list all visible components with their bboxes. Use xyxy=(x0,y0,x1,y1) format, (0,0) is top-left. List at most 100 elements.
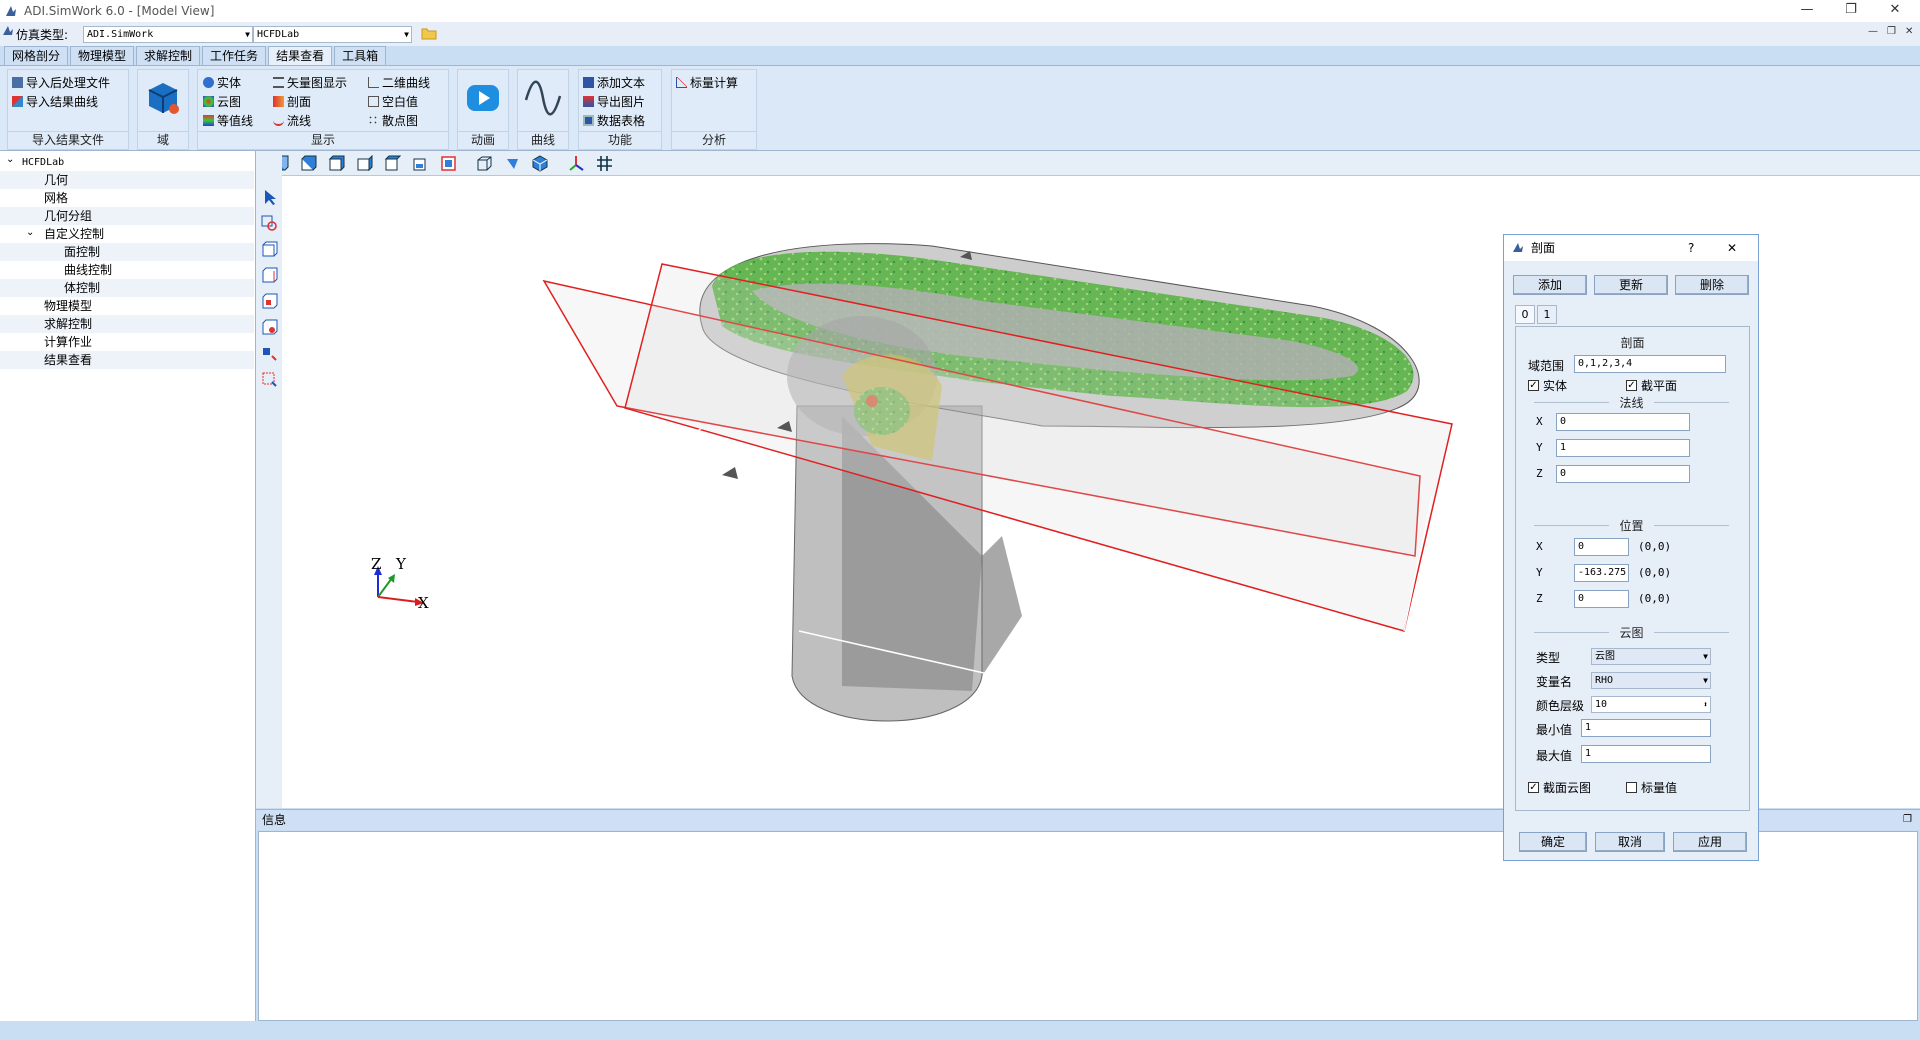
data-table-button[interactable]: 数据表格 xyxy=(583,111,645,129)
tree-item-geometry-group[interactable]: 几何分组 xyxy=(44,207,92,225)
chevron-down-icon[interactable]: ⌄ xyxy=(6,154,14,165)
streamline-button[interactable]: 流线 xyxy=(273,111,311,129)
mdi-restore-button[interactable]: ❐ xyxy=(1887,26,1896,37)
restore-panel-icon[interactable]: ❐ xyxy=(1903,810,1912,830)
tree-item-curve-control[interactable]: 曲线控制 xyxy=(64,261,112,279)
export-image-button[interactable]: 导出图片 xyxy=(583,92,645,110)
tree-item-custom-control[interactable]: 自定义控制 xyxy=(44,225,104,243)
project-select[interactable]: HCFDLab ▼ xyxy=(253,26,412,43)
folder-icon[interactable] xyxy=(421,26,437,40)
box-select-icon[interactable] xyxy=(261,345,278,362)
grid-icon[interactable] xyxy=(596,155,613,172)
solid-button[interactable]: 实体 xyxy=(203,73,241,91)
tree-item-face-control[interactable]: 面控制 xyxy=(64,243,100,261)
tree-item-volume-control[interactable]: 体控制 xyxy=(64,279,100,297)
dialog-close-button[interactable]: ✕ xyxy=(1727,235,1737,261)
cancel-button[interactable]: 取消 xyxy=(1595,832,1665,852)
apply-button[interactable]: 应用 xyxy=(1673,832,1747,852)
2d-curve-button[interactable]: 二维曲线 xyxy=(368,73,430,91)
divider xyxy=(1534,402,1609,403)
color-levels-label: 颜色层级 xyxy=(1536,699,1585,713)
group-label: 曲线 xyxy=(518,131,568,148)
domain-range-input[interactable]: 0,1,2,3,4 xyxy=(1574,355,1726,373)
spinner-arrows-icon[interactable]: ⬍ xyxy=(1703,697,1708,712)
scatter-button[interactable]: 散点图 xyxy=(368,111,418,129)
normal-y-input[interactable]: 1 xyxy=(1556,439,1690,457)
shaded-icon[interactable] xyxy=(532,155,549,172)
position-x-input[interactable]: 0 xyxy=(1574,538,1629,556)
tab-section-0[interactable]: 0 xyxy=(1515,305,1535,324)
tab-toolbox[interactable]: 工具箱 xyxy=(334,46,387,65)
domain-cube-button[interactable] xyxy=(141,76,185,120)
wireframe-icon[interactable] xyxy=(476,155,493,172)
mdi-minimize-button[interactable]: — xyxy=(1868,26,1878,37)
tab-physics-model[interactable]: 物理模型 xyxy=(70,46,135,65)
view-top-icon[interactable] xyxy=(384,155,401,172)
position-y-input[interactable]: -163.275 xyxy=(1574,564,1629,582)
group-function: 添加文本 导出图片 数据表格 功能 xyxy=(578,69,662,150)
type-select[interactable]: 云图 ▼ xyxy=(1591,648,1711,665)
restore-button[interactable]: ❐ xyxy=(1831,0,1871,22)
section-contour-checkbox[interactable]: ✓ 截面云图 xyxy=(1528,779,1591,796)
contour-button[interactable]: 云图 xyxy=(203,92,241,110)
view-bottom-icon[interactable] xyxy=(412,155,429,172)
scalar-value-checkbox[interactable]: 标量值 xyxy=(1626,779,1677,796)
chevron-down-icon[interactable]: ⌄ xyxy=(26,227,34,238)
view-right-icon[interactable] xyxy=(356,155,373,172)
tree-item-physics-model[interactable]: 物理模型 xyxy=(44,297,92,315)
import-curve-button[interactable]: 导入结果曲线 xyxy=(12,92,98,110)
sim-type-select[interactable]: ADI.SimWork ▼ xyxy=(83,26,253,43)
tree-item-compute-job[interactable]: 计算作业 xyxy=(44,333,92,351)
tree-item-mesh[interactable]: 网格 xyxy=(44,189,68,207)
zoom-select-icon[interactable] xyxy=(261,215,278,232)
tab-solver-control[interactable]: 求解控制 xyxy=(136,46,201,65)
animation-play-button[interactable] xyxy=(461,76,505,120)
fit-view-icon[interactable] xyxy=(440,155,457,172)
select-edge-icon[interactable] xyxy=(261,267,278,284)
select-node-icon[interactable] xyxy=(261,319,278,336)
section-button[interactable]: 剖面 xyxy=(273,92,311,110)
normal-x-input[interactable]: 0 xyxy=(1556,413,1690,431)
tree-root[interactable]: HCFDLab xyxy=(22,154,64,172)
add-text-button[interactable]: 添加文本 xyxy=(583,73,645,91)
update-button[interactable]: 更新 xyxy=(1594,275,1668,295)
mdi-close-button[interactable]: ✕ xyxy=(1905,26,1913,37)
ok-button[interactable]: 确定 xyxy=(1519,832,1587,852)
select-face-icon[interactable] xyxy=(261,241,278,258)
close-button[interactable]: ✕ xyxy=(1875,0,1915,22)
delete-button[interactable]: 删除 xyxy=(1675,275,1749,295)
cutplane-checkbox[interactable]: ✓ 截平面 xyxy=(1626,377,1677,394)
min-value-input[interactable]: 1 xyxy=(1581,719,1711,737)
color-levels-spinner[interactable]: 10 ⬍ xyxy=(1591,696,1711,713)
scalar-calc-icon xyxy=(676,76,687,88)
solid-checkbox[interactable]: ✓ 实体 xyxy=(1528,377,1567,394)
select-volume-icon[interactable] xyxy=(261,293,278,310)
curve-wave-button[interactable] xyxy=(521,76,565,120)
scalar-calc-button[interactable]: 标量计算 xyxy=(676,73,738,91)
plane-icon[interactable] xyxy=(504,155,521,172)
help-button[interactable]: ? xyxy=(1688,235,1694,261)
blank-value-button[interactable]: 空白值 xyxy=(368,92,418,110)
cursor-icon[interactable] xyxy=(261,189,278,206)
max-value-input[interactable]: 1 xyxy=(1581,745,1711,763)
tree-item-results[interactable]: 结果查看 xyxy=(44,351,92,369)
variable-select[interactable]: RHO ▼ xyxy=(1591,672,1711,689)
tree-item-geometry[interactable]: 几何 xyxy=(44,171,68,189)
tab-section-1[interactable]: 1 xyxy=(1537,305,1557,324)
group-import: 导入后处理文件 导入结果曲线 导入结果文件 xyxy=(7,69,129,150)
add-button[interactable]: 添加 xyxy=(1513,275,1587,295)
position-z-input[interactable]: 0 xyxy=(1574,590,1629,608)
tab-work-task[interactable]: 工作任务 xyxy=(202,46,267,65)
view-back-icon[interactable] xyxy=(300,155,317,172)
normal-z-input[interactable]: 0 xyxy=(1556,465,1690,483)
rubber-band-select-icon[interactable] xyxy=(261,371,278,388)
vector-button[interactable]: 矢量图显示 xyxy=(273,73,347,91)
isoline-button[interactable]: 等值线 xyxy=(203,111,253,129)
tab-results[interactable]: 结果查看 xyxy=(268,46,333,65)
tab-mesh[interactable]: 网格剖分 xyxy=(4,46,69,65)
tree-item-solver-control[interactable]: 求解控制 xyxy=(44,315,92,333)
axes-icon[interactable] xyxy=(568,155,585,172)
import-postprocess-button[interactable]: 导入后处理文件 xyxy=(12,73,110,91)
view-left-icon[interactable] xyxy=(328,155,345,172)
minimize-button[interactable]: — xyxy=(1787,0,1827,22)
